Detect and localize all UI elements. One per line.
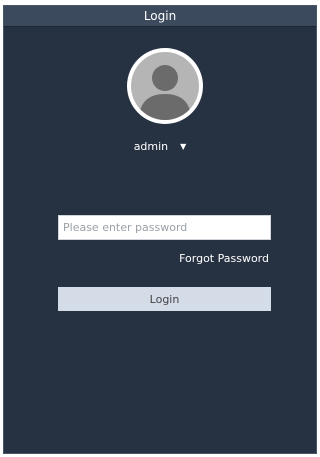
caret-down-icon[interactable]: ▼ — [180, 142, 186, 151]
forgot-password-link[interactable]: Forgot Password — [179, 252, 269, 265]
title-bar: Login — [4, 6, 316, 27]
user-avatar-icon — [127, 48, 203, 124]
window-title: Login — [143, 9, 177, 23]
login-button[interactable]: Login — [58, 287, 271, 311]
login-window: Login admin ▼ Forgot Password Login — [3, 5, 317, 454]
user-selector[interactable]: admin ▼ — [4, 140, 316, 153]
username-label: admin — [133, 140, 169, 153]
password-input[interactable] — [58, 215, 271, 240]
